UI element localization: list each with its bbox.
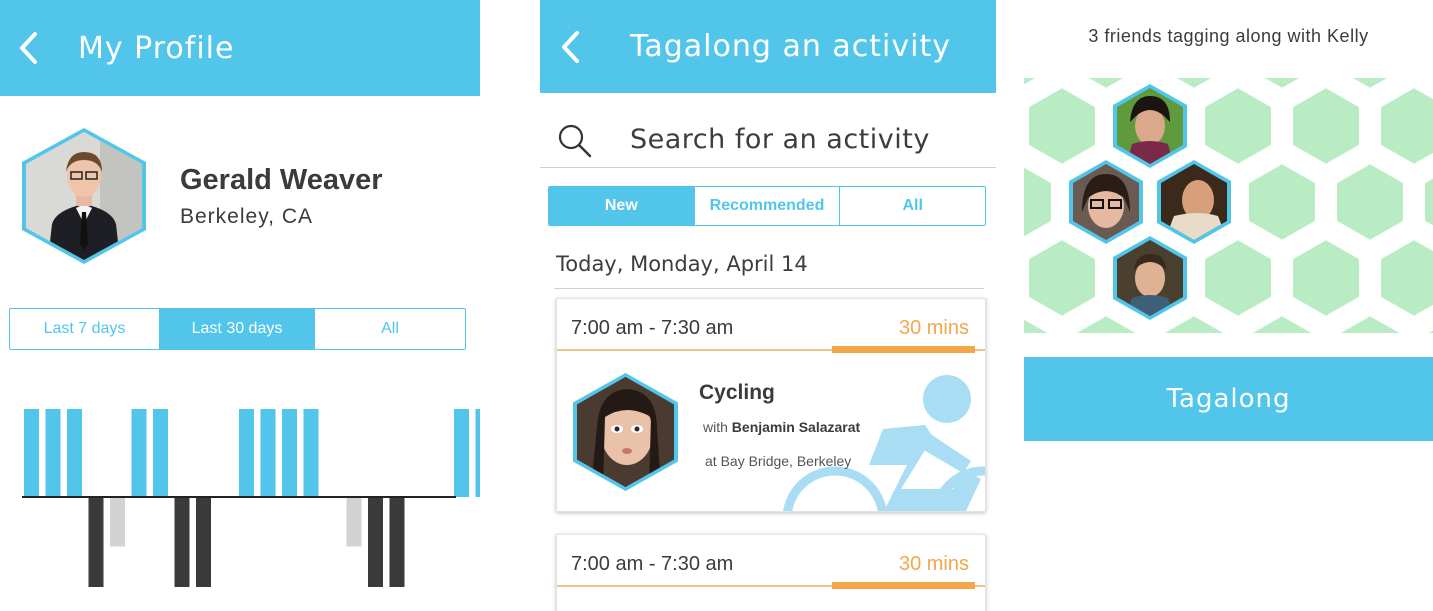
- tab-recommended[interactable]: Recommended: [695, 187, 841, 225]
- chart-bar: [239, 409, 254, 497]
- chart-bar: [389, 497, 405, 587]
- honeycomb-cell: [1289, 83, 1363, 169]
- chart-bar: [45, 409, 61, 497]
- activity-card[interactable]: 7:00 am - 7:30 am 30 mins: [556, 298, 986, 512]
- honeycomb-cell: [1333, 311, 1407, 333]
- friend-avatar[interactable]: [1066, 160, 1146, 244]
- honeycomb-cell: [1421, 173, 1433, 231]
- divider: [554, 288, 984, 289]
- honeycomb-cell: [1080, 78, 1132, 93]
- chart-bar: [346, 497, 362, 547]
- tab-all[interactable]: All: [315, 309, 465, 349]
- honeycomb-cell: [1256, 78, 1308, 93]
- honeycomb-cell: [1344, 78, 1396, 93]
- chart-bar: [24, 409, 39, 497]
- activity-duration: 30 mins: [898, 317, 969, 339]
- activity-screen: Tagalong an activity Search for an activ…: [540, 0, 996, 611]
- tab-last-7-days[interactable]: Last 7 days: [10, 309, 160, 349]
- page-title: Tagalong an activity: [630, 29, 951, 64]
- search-bar[interactable]: Search for an activity: [540, 112, 996, 168]
- honeycomb-cell: [1024, 78, 1044, 89]
- friend-avatar[interactable]: [1110, 236, 1190, 320]
- tagalong-screen: 3 friends tagging along with Kelly Tagal…: [1024, 0, 1433, 611]
- activity-location: at Bay Bridge, Berkeley: [705, 453, 852, 469]
- activity-duration: 30 mins: [898, 553, 969, 575]
- profile-screen: My Profile Gerald Weaver Berkeley, CA La…: [0, 0, 480, 611]
- chevron-left-icon: [562, 30, 579, 63]
- honeycomb-cell: [1289, 235, 1363, 321]
- profile-header: My Profile: [0, 0, 480, 96]
- avatar[interactable]: [22, 128, 146, 264]
- chart-bar: [282, 409, 297, 497]
- honeycomb-cell: [1201, 235, 1275, 321]
- chart-bar: [260, 409, 276, 497]
- honeycomb-cell: [1377, 83, 1433, 169]
- friends-honeycomb: [1024, 78, 1433, 333]
- activity-header: Tagalong an activity: [540, 0, 996, 93]
- tagalong-button[interactable]: Tagalong: [1024, 357, 1433, 441]
- activity-time: 7:00 am - 7:30 am: [571, 317, 734, 339]
- friend-avatar[interactable]: [1154, 160, 1234, 244]
- honeycomb-cell: [1201, 83, 1275, 169]
- date-heading: Today, Monday, April 14: [556, 252, 808, 276]
- honeycomb-cell: [1432, 78, 1433, 79]
- avatar-photo: [26, 132, 142, 260]
- chart-bar: [454, 409, 469, 497]
- chart-bar: [368, 497, 383, 587]
- tab-new[interactable]: New: [549, 187, 695, 225]
- honeycomb-cell: [1333, 159, 1407, 245]
- friends-caption: 3 friends tagging along with Kelly: [1088, 26, 1369, 46]
- chart-bar: [153, 409, 168, 497]
- search-input[interactable]: Search for an activity: [630, 124, 930, 155]
- duration-bar: [832, 346, 975, 353]
- chart-bar: [67, 409, 82, 497]
- friend-avatar[interactable]: [1110, 84, 1190, 168]
- tab-last-30-days[interactable]: Last 30 days: [160, 309, 315, 349]
- honeycomb-cell: [1377, 235, 1433, 321]
- filter-tabs: New Recommended All: [548, 186, 986, 226]
- cyclist-icon: [783, 375, 985, 511]
- honeycomb-cell: [1024, 163, 1055, 241]
- honeycomb-cell: [1024, 315, 1055, 333]
- activity-title: Cycling: [699, 381, 775, 404]
- activity-time: 7:00 am - 7:30 am: [571, 553, 734, 575]
- honeycomb-cell: [1069, 311, 1143, 333]
- honeycomb-cell: [1421, 325, 1433, 333]
- honeycomb-cell: [1245, 159, 1319, 245]
- duration-bar: [832, 582, 975, 589]
- partner-avatar[interactable]: [573, 373, 678, 491]
- page-title: My Profile: [78, 30, 235, 66]
- honeycomb-cell: [1245, 311, 1319, 333]
- activity-partner: with Benjamin Salazarat: [703, 419, 860, 435]
- chart-bar: [174, 497, 190, 587]
- back-button[interactable]: [8, 0, 48, 96]
- partner-name: Benjamin Salazarat: [731, 419, 861, 435]
- tab-all[interactable]: All: [840, 187, 985, 225]
- honeycomb-cell: [1157, 311, 1231, 333]
- user-name: Gerald Weaver: [180, 164, 383, 196]
- range-tabs: Last 7 days Last 30 days All: [9, 308, 466, 350]
- activity-bar-chart: [22, 409, 480, 587]
- chevron-left-icon: [20, 32, 37, 64]
- back-button[interactable]: [550, 0, 590, 93]
- chart-bar: [110, 497, 125, 547]
- chart-bar: [303, 409, 319, 497]
- honeycomb-cell: [1025, 235, 1099, 321]
- honeycomb-cell: [1168, 78, 1220, 93]
- with-prefix: with: [703, 419, 728, 435]
- partner-photo: [577, 377, 674, 487]
- activity-card[interactable]: 7:00 am - 7:30 am 30 mins: [556, 534, 986, 611]
- chart-bar: [475, 409, 480, 497]
- chart-bar: [196, 497, 211, 587]
- user-location: Berkeley, CA: [180, 205, 313, 228]
- chart-bar: [88, 497, 104, 587]
- honeycomb-cell: [1025, 83, 1099, 169]
- search-icon: [558, 124, 592, 158]
- chart-bar: [131, 409, 147, 497]
